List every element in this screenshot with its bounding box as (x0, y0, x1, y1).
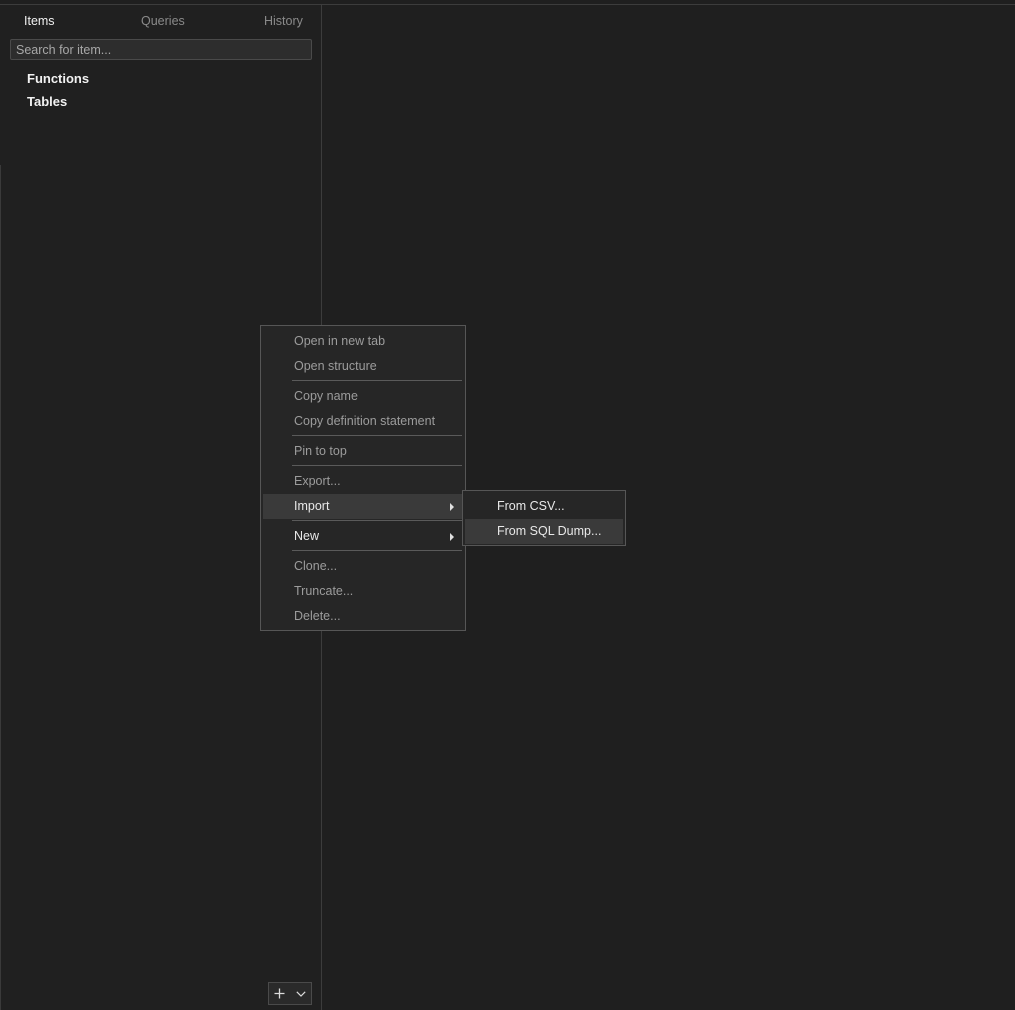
menu-item-clone[interactable]: Clone... (263, 554, 463, 579)
submenu-arrow-icon (450, 503, 454, 511)
tab-history[interactable]: History (264, 14, 303, 28)
submenu-item-from-csv[interactable]: From CSV... (465, 494, 623, 519)
add-dropdown-button[interactable] (290, 983, 311, 1004)
menu-item-import[interactable]: Import (263, 494, 463, 519)
menu-separator (292, 465, 462, 466)
menu-item-import-label: Import (294, 499, 330, 513)
search-input[interactable] (10, 39, 312, 60)
add-button[interactable] (269, 983, 290, 1004)
tab-items[interactable]: Items (24, 14, 55, 28)
tree-item-functions[interactable]: Functions (27, 71, 89, 86)
menu-item-open-structure[interactable]: Open structure (263, 354, 463, 379)
menu-item-new[interactable]: New (263, 524, 463, 549)
context-menu: Open in new tab Open structure Copy name… (260, 325, 466, 631)
sidebar-bottom-toolbar (268, 982, 312, 1005)
tab-queries[interactable]: Queries (141, 14, 185, 28)
menu-item-copy-definition-statement[interactable]: Copy definition statement (263, 409, 463, 434)
menu-separator (292, 520, 462, 521)
submenu-arrow-icon (450, 533, 454, 541)
menu-item-pin-to-top[interactable]: Pin to top (263, 439, 463, 464)
menu-item-truncate[interactable]: Truncate... (263, 579, 463, 604)
menu-item-copy-name[interactable]: Copy name (263, 384, 463, 409)
menu-item-new-label: New (294, 529, 320, 543)
sidebar-left-edge (0, 165, 1, 1010)
menu-item-open-in-new-tab[interactable]: Open in new tab (263, 329, 463, 354)
menu-item-delete[interactable]: Delete... (263, 604, 463, 629)
menu-item-export[interactable]: Export... (263, 469, 463, 494)
menu-separator (292, 435, 462, 436)
plus-icon (274, 988, 285, 999)
sidebar-tabs: Items Queries History (0, 5, 321, 37)
menu-separator (292, 380, 462, 381)
chevron-down-icon (295, 990, 306, 997)
tree-item-tables[interactable]: Tables (27, 94, 67, 109)
import-submenu: From CSV... From SQL Dump... (462, 490, 626, 546)
menu-separator (292, 550, 462, 551)
submenu-item-from-sql-dump[interactable]: From SQL Dump... (465, 519, 623, 544)
